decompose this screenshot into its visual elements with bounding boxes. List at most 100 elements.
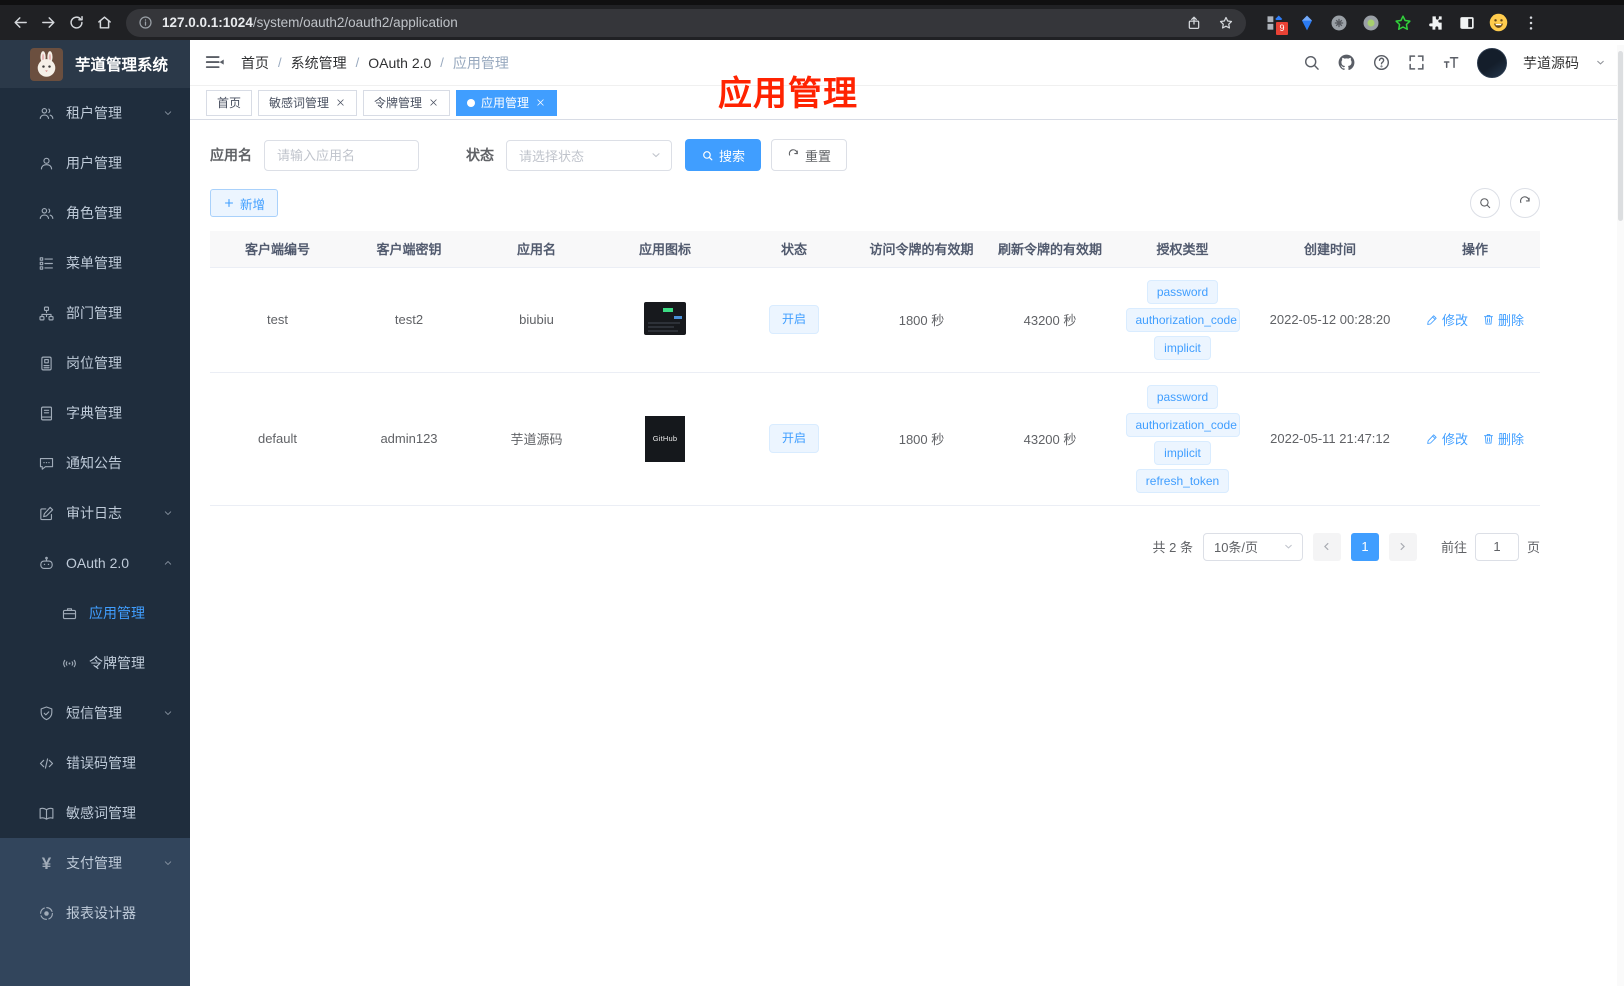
status-select-placeholder: 请选择状态 <box>519 148 585 164</box>
column-header: 操作 <box>1410 231 1540 268</box>
sidebar-item[interactable]: 用户管理 <box>0 138 190 188</box>
trash-icon <box>1484 434 1493 444</box>
search-icon[interactable] <box>1302 53 1321 72</box>
sidebar: 芋道管理系统 租户管理 用户管理 角色管理 菜单管理 部门管理 岗位管理 字典管理 通知公告审… <box>0 40 190 986</box>
sidebar-item[interactable]: 短信管理 <box>0 688 190 738</box>
chevron-down-icon[interactable] <box>1595 57 1606 68</box>
prev-page-button[interactable] <box>1312 532 1341 561</box>
sidebar-item[interactable]: 租户管理 <box>0 88 190 138</box>
font-size-icon[interactable] <box>1442 53 1461 72</box>
sidebar-item[interactable]: 敏感词管理 <box>0 788 190 838</box>
app-icon-cell: GitHub <box>600 372 730 506</box>
breadcrumb-item[interactable]: 系统管理 <box>291 53 347 73</box>
reset-button-label: 重置 <box>805 148 832 164</box>
sidebar-item[interactable]: 报表设计器 <box>0 888 190 938</box>
extension-gem-icon[interactable] <box>1296 12 1317 33</box>
sidebar-item-label: 应用管理 <box>89 605 145 621</box>
browser-menu-button[interactable] <box>1520 12 1541 33</box>
column-header: 应用名 <box>473 231 600 268</box>
add-button[interactable]: 新增 <box>210 189 279 217</box>
user-avatar[interactable] <box>1477 47 1507 78</box>
browser-back-button[interactable] <box>6 9 34 37</box>
close-icon[interactable] <box>428 97 439 108</box>
app-name-input[interactable] <box>264 139 419 171</box>
collapse-sidebar-icon[interactable] <box>204 52 226 74</box>
sidebar-logo[interactable]: 芋道管理系统 <box>0 40 190 88</box>
chevron-down-icon <box>164 861 172 865</box>
refresh-table-button[interactable] <box>1510 188 1540 218</box>
sidebar-item[interactable]: 部门管理 <box>0 288 190 338</box>
fullscreen-icon[interactable] <box>1407 53 1426 72</box>
view-tab[interactable]: 敏感词管理 <box>258 89 358 116</box>
url-host: 127.0.0.1:1024 <box>162 15 253 30</box>
goto-page-input[interactable] <box>1474 532 1519 561</box>
sidebar-item[interactable]: 通知公告 <box>0 438 190 488</box>
page-unit-label: 页 <box>1526 540 1540 555</box>
side-panel-button[interactable] <box>1456 12 1477 33</box>
breadcrumb-separator: / <box>355 55 360 70</box>
extension-circle-dark-icon[interactable] <box>1328 12 1349 33</box>
grant-type-tag: password <box>1146 279 1219 304</box>
view-tab[interactable]: 首页 <box>206 89 253 116</box>
sidebar-item[interactable]: 审计日志 <box>0 488 190 538</box>
grant-type-tag: authorization_code <box>1125 412 1240 437</box>
reset-button[interactable]: 重置 <box>771 139 848 171</box>
close-icon[interactable] <box>535 97 546 108</box>
browser-forward-button[interactable] <box>34 9 62 37</box>
page-number-button[interactable]: 1 <box>1350 532 1379 561</box>
sidebar-item[interactable]: 菜单管理 <box>0 238 190 288</box>
page-size-select[interactable]: 10条/页 <box>1202 532 1303 561</box>
toggle-search-button[interactable] <box>1470 188 1500 218</box>
view-tab[interactable]: 令牌管理 <box>363 89 451 116</box>
url-bar[interactable]: 127.0.0.1:1024/system/oauth2/oauth2/appl… <box>126 8 1246 37</box>
status-tag: 开启 <box>768 305 819 334</box>
status-tag: 开启 <box>768 424 819 453</box>
view-tab[interactable]: 应用管理 <box>456 89 558 116</box>
search-button[interactable]: 搜索 <box>685 139 762 171</box>
edit-button[interactable]: 修改 <box>1426 310 1468 329</box>
delete-button[interactable]: 删除 <box>1482 310 1524 329</box>
org-icon <box>39 306 54 320</box>
github-icon[interactable] <box>1337 53 1356 72</box>
goto-label: 前往 <box>1440 540 1467 555</box>
extension-puzzle-icon[interactable] <box>1424 12 1445 33</box>
tags-view-bar: 首页 敏感词管理 令牌管理 应用管理 <box>190 86 1624 120</box>
status-select[interactable]: 请选择状态 <box>506 139 672 171</box>
sidebar-item[interactable]: OAuth 2.0 <box>0 538 190 588</box>
browser-reload-button[interactable] <box>62 9 90 37</box>
sidebar-item[interactable]: ¥ 支付管理 <box>0 838 190 888</box>
help-icon[interactable] <box>1372 53 1391 72</box>
sidebar-item[interactable]: 岗位管理 <box>0 338 190 388</box>
bookmark-star-icon[interactable] <box>1218 15 1234 31</box>
applications-table: 客户端编号 客户端密钥 应用名 应用图标 状态 访问令牌的有效期 刷新令牌的有效期 授权类型创… <box>210 231 1540 506</box>
page-scrollbar[interactable] <box>1617 45 1624 986</box>
table-row: default admin123 芋道源码 GitHub 开启 1800 秒 43200 秒… <box>210 372 1540 506</box>
search-button-label: 搜索 <box>719 148 746 164</box>
delete-button[interactable]: 删除 <box>1482 429 1524 448</box>
sidebar-item[interactable]: 应用管理 <box>0 588 190 638</box>
edit-button[interactable]: 修改 <box>1426 429 1468 448</box>
extension-star-icon[interactable] <box>1392 12 1413 33</box>
next-page-button[interactable] <box>1388 532 1417 561</box>
app-name-cell: biubiu <box>473 267 600 373</box>
sidebar-item[interactable]: 角色管理 <box>0 188 190 238</box>
scrollbar-thumb[interactable] <box>1618 51 1623 221</box>
browser-home-button[interactable] <box>90 9 118 37</box>
sidebar-item[interactable]: 错误码管理 <box>0 738 190 788</box>
sidebar-item[interactable]: 字典管理 <box>0 388 190 438</box>
plus-icon <box>224 198 234 208</box>
extension-grid-icon[interactable]: 9 <box>1264 12 1290 37</box>
sidebar-item[interactable]: 令牌管理 <box>0 638 190 688</box>
extension-circle-green-icon[interactable] <box>1360 12 1381 33</box>
pagination: 共 2 条 10条/页 1 前往 页 <box>210 532 1540 561</box>
tab-label: 首页 <box>217 96 242 110</box>
close-icon[interactable] <box>335 97 346 108</box>
breadcrumb-item[interactable]: OAuth 2.0 <box>368 55 431 71</box>
delete-label: 删除 <box>1498 432 1525 447</box>
filter-form: 应用名 状态 请选择状态 搜索 重置 <box>210 139 1540 171</box>
browser-profile-avatar[interactable] <box>1488 12 1509 33</box>
sidebar-menu-group-bottom: ¥ 支付管理 报表设计器 <box>0 838 190 938</box>
share-icon[interactable] <box>1186 15 1202 31</box>
breadcrumb-item[interactable]: 首页 <box>241 53 269 73</box>
report-icon <box>40 906 53 920</box>
